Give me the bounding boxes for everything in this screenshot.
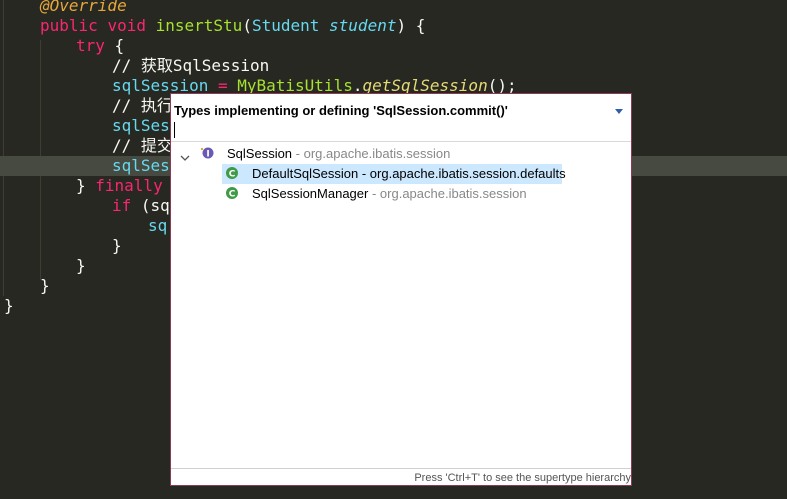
brace: } — [112, 236, 122, 255]
tree-item-sqlsession[interactable]: I SqlSession - org.apache.ibatis.session — [171, 144, 631, 164]
tree-item-label: DefaultSqlSession - org.apache.ibatis.se… — [252, 164, 566, 184]
param-type: Student — [251, 16, 320, 35]
brace: } — [76, 176, 96, 195]
package-name: org.apache.ibatis.session — [379, 186, 527, 201]
filter-input-caret[interactable] — [174, 122, 175, 138]
header-divider — [171, 141, 631, 142]
annotation-override: @Override — [40, 0, 127, 15]
comment: // 获取SqlSession — [112, 56, 270, 75]
paren-close: ) { — [396, 16, 426, 35]
keyword-public: public — [40, 16, 98, 35]
class-icon: C — [225, 186, 239, 200]
separator: - — [368, 186, 380, 201]
comment: // 提交 — [112, 136, 173, 155]
keyword-if: if — [112, 196, 132, 215]
paren: ( — [242, 16, 252, 35]
tree-item-sqlsessionmanager[interactable]: C SqlSessionManager - org.apache.ibatis.… — [171, 184, 631, 204]
code-text: (sq — [131, 196, 170, 215]
code-text: sq — [148, 216, 168, 235]
separator: - — [292, 146, 304, 161]
type-name: SqlSession — [227, 146, 293, 161]
keyword-void: void — [107, 16, 146, 35]
brace: } — [76, 256, 86, 275]
tree-item-label: SqlSessionManager - org.apache.ibatis.se… — [252, 184, 527, 204]
svg-text:C: C — [229, 189, 236, 199]
svg-text:C: C — [229, 169, 236, 179]
package-name: org.apache.ibatis.session — [303, 146, 451, 161]
brace: } — [4, 296, 14, 315]
code-line: try { — [0, 36, 787, 56]
footer-divider — [171, 468, 631, 469]
tree-item-label: SqlSession - org.apache.ibatis.session — [227, 144, 450, 164]
brace: { — [104, 36, 125, 55]
param-name: student — [329, 16, 397, 35]
chevron-down-icon[interactable] — [180, 149, 190, 161]
interface-icon: I — [200, 146, 214, 160]
quick-type-hierarchy-popup[interactable]: Types implementing or defining 'SqlSessi… — [170, 93, 632, 486]
svg-text:I: I — [206, 149, 209, 159]
keyword-try: try — [76, 36, 105, 55]
separator: - — [358, 166, 370, 181]
status-hint: Press 'Ctrl+T' to see the supertype hier… — [414, 472, 631, 484]
keyword-finally: finally — [95, 176, 163, 195]
class-icon: C — [225, 166, 239, 180]
type-name: DefaultSqlSession — [252, 166, 359, 181]
package-name: org.apache.ibatis.session.defaults — [369, 166, 566, 181]
code-line: @Override — [0, 0, 787, 16]
code-line: public void insertStu(Student student) { — [0, 16, 787, 36]
type-name: SqlSessionManager — [252, 186, 369, 201]
brace: } — [40, 276, 50, 295]
popup-header: Types implementing or defining 'SqlSessi… — [171, 94, 631, 140]
tree-item-defaultsqlsession[interactable]: C DefaultSqlSession - org.apache.ibatis.… — [222, 164, 566, 184]
comment: // 执行 — [112, 96, 173, 115]
chevron-down-icon[interactable] — [612, 104, 626, 118]
method-name: insertStu — [155, 16, 243, 35]
code-line: // 获取SqlSession — [0, 56, 787, 76]
popup-title: Types implementing or defining 'SqlSessi… — [174, 103, 508, 118]
